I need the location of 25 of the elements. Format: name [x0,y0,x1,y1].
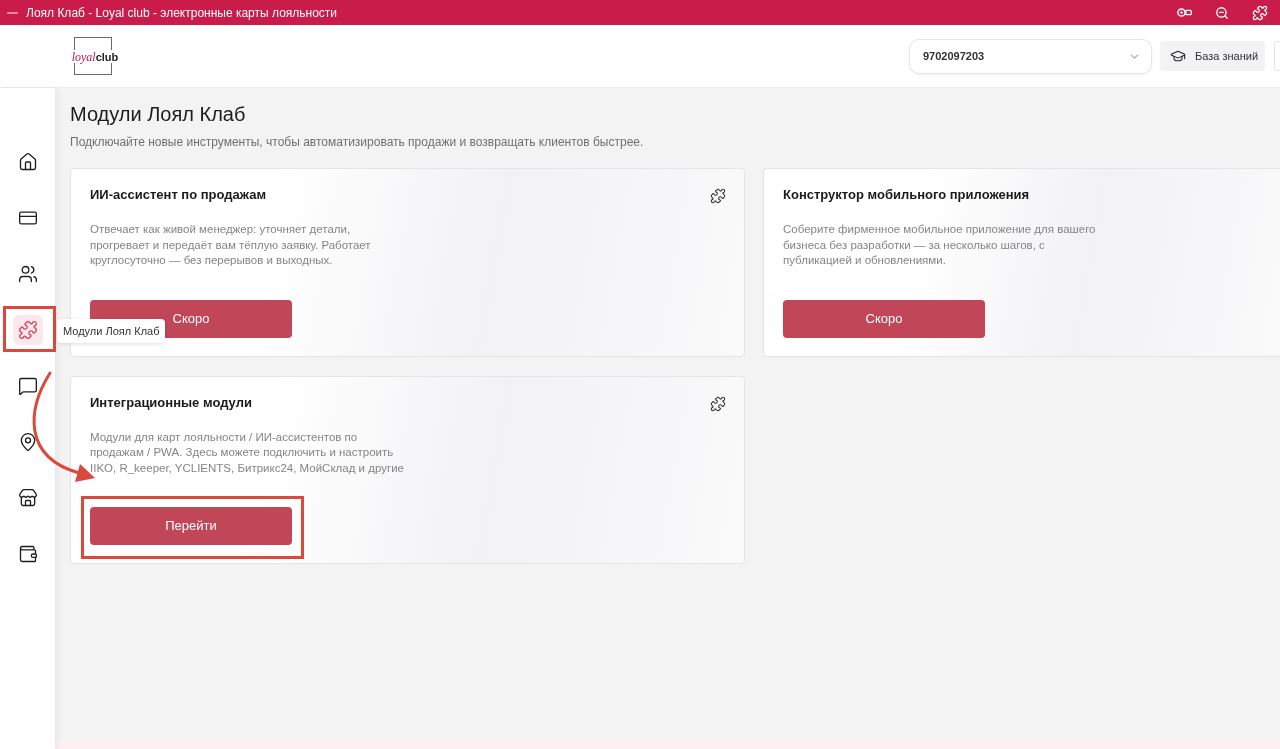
page-title: Модули Лоял Клаб [70,102,247,127]
card-title: Конструктор мобильного приложения [783,186,1030,204]
tooltip: Модули Лоял Клаб [57,319,166,343]
home-icon [17,152,38,172]
module-button[interactable]: Перейти [90,507,292,545]
zoom-icon[interactable] [1215,5,1229,20]
card-description: Отвечает как живой менеджер: уточняет детали, прогревает и передаёт вам тёплую заявку. Работает круглосуточно — без перерывов и выходных. [90,222,372,268]
page-subtitle: Подключайте новые инструменты, чтобы автоматизировать продажи и возвращать клиентов быстрее. [70,134,645,150]
window-title: Лоял Клаб - Loyal club - электронные карты лояльности [26,4,338,21]
message-icon [17,376,38,396]
graduation-cap-icon [1170,48,1186,64]
users-icon [17,264,38,284]
card-title: Интеграционные модули [90,393,252,412]
account-select[interactable]: 9702097203 [909,38,1152,74]
wallet-icon [17,544,38,564]
card-description: Модули для карт лояльности / ИИ-ассистентов по продажам / PWA. Здесь можете подключить и настроить IIKO, R_keeper, YCLIENTS, Битрикс24, МойСклад и другие [90,429,405,476]
card-title: ИИ-ассистент по продажам [90,186,267,204]
puzzle-icon[interactable] [1252,4,1268,21]
store-icon [17,488,38,508]
card-description: Соберите фирменное мобильное приложение для вашего бизнеса без разработки — за несколько шагов, с публикацией и обновлениями. [783,222,1097,268]
key-icon[interactable] [1177,8,1192,17]
dash-icon [7,11,18,14]
puzzle-icon [17,320,38,340]
knowledge-base-button[interactable]: База знаний [1160,41,1265,71]
module-button[interactable]: Скоро [783,299,985,338]
